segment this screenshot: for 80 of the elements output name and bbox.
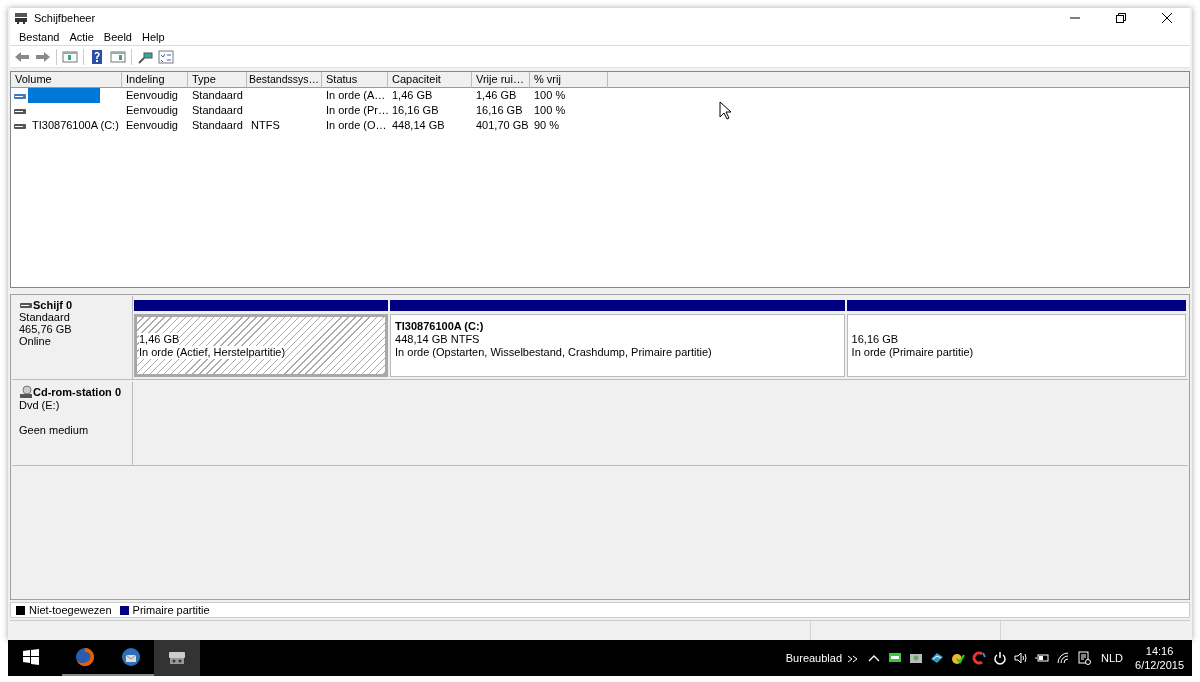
notification-icon[interactable] [1077, 651, 1092, 665]
partition-size: 448,14 GB NTFS [395, 333, 480, 346]
panel-icon[interactable] [62, 48, 78, 65]
partition-block[interactable]: 16,16 GB In orde (Primaire partitie) [846, 314, 1186, 377]
table-cell-text: TI30876100A (C:) [31, 118, 119, 133]
restore-icon [1116, 13, 1126, 23]
table-cell-text: Eenvoudig [125, 118, 179, 133]
disk-detail: Standaard [19, 311, 71, 323]
table-cell-text: Eenvoudig [125, 103, 179, 118]
mouse-cursor-icon [719, 101, 733, 121]
check-badge-icon[interactable] [951, 651, 966, 665]
optical-drive-icon [19, 385, 33, 399]
wifi-icon[interactable] [1056, 651, 1071, 665]
column-header[interactable]: Volume [11, 72, 122, 88]
camera-icon[interactable] [909, 651, 924, 665]
table-cell-text: Standaard [191, 88, 244, 103]
table-cell-text: 16,16 GB [391, 103, 440, 118]
table-cell-text: Standaard [191, 103, 244, 118]
column-header[interactable]: Indeling [122, 72, 188, 88]
partition-size: 16,16 GB [851, 333, 899, 346]
table-cell-text: 100 % [533, 103, 567, 118]
column-header[interactable]: Bestandssys… [247, 72, 322, 88]
menu-item[interactable]: Help [137, 30, 170, 43]
table-cell-text: 100 % [533, 88, 567, 103]
checklist-icon[interactable] [158, 48, 174, 65]
partition-block[interactable]: 1,46 GB In orde (Actief, Herstelpartitie) [134, 314, 389, 377]
taskbar-app-button[interactable] [154, 640, 200, 676]
app-icon [14, 11, 28, 25]
toolbar-label[interactable]: Bureaublad [781, 652, 847, 664]
power-icon[interactable] [993, 651, 1008, 665]
clock[interactable]: 14:16 6/12/2015 [1127, 644, 1192, 672]
mail-icon [121, 647, 141, 667]
panel-icon[interactable] [110, 48, 126, 65]
disk-name: Cd-rom-station 0 [33, 386, 121, 398]
cloud-drive-icon[interactable] [930, 651, 945, 665]
device-status-icon[interactable] [888, 651, 903, 665]
help-icon[interactable] [89, 48, 105, 65]
column-header[interactable]: Vrije rui… [472, 72, 530, 88]
partition-status: In orde (Primaire partitie) [851, 346, 974, 359]
clock-date: 6/12/2015 [1135, 658, 1184, 672]
table-cell-text: Standaard [191, 118, 244, 133]
partition-size: 1,46 GB [139, 333, 180, 346]
table-cell-text: 16,16 GB [475, 103, 524, 118]
speaker-icon[interactable] [1014, 651, 1029, 665]
legend-label: Niet-toegewezen [29, 604, 112, 616]
table-cell-text: 90 % [533, 118, 561, 133]
table-cell-text: 1,46 GB [391, 88, 434, 103]
battery-icon[interactable] [1035, 651, 1050, 665]
column-header[interactable]: Type [188, 72, 247, 88]
clock-time: 14:16 [1145, 644, 1174, 658]
partition-block[interactable]: TI30876100A (C:) 448,14 GB NTFS In orde (Opstarten, Wisselbestand, Crashdump, Primaire partitie) [390, 314, 845, 377]
partition-status: In orde (Actief, Herstelpartitie) [139, 346, 286, 359]
partition-label: TI30876100A (C:) [395, 320, 484, 333]
table-cell-text: 1,46 GB [475, 88, 518, 103]
table-cell-text: Eenvoudig [125, 88, 179, 103]
table-cell-text: In orde (Pr… [325, 103, 388, 118]
column-header[interactable]: % vrij [530, 72, 608, 88]
menu-item[interactable]: Beeld [98, 30, 137, 43]
table-cell-text: In orde (O… [325, 118, 388, 133]
menu-item[interactable]: Bestand [14, 30, 65, 43]
column-header[interactable]: Status [322, 72, 388, 88]
table-cell-text: 401,70 GB [475, 118, 530, 133]
table-cell-text: In orde (A… [325, 88, 387, 103]
disk-detail: 465,76 GB [19, 323, 73, 335]
column-header[interactable]: Capaciteit [388, 72, 472, 88]
browser-globe-icon [75, 647, 95, 667]
table-cell-text: NTFS [250, 118, 281, 133]
disk-detail: Online [19, 335, 52, 347]
legend-label: Primaire partitie [132, 604, 210, 616]
table-cell-text: 448,14 GB [391, 118, 446, 133]
disk-detail: Dvd (E:) [19, 399, 61, 411]
menu-item[interactable]: Actie [64, 30, 99, 43]
language-indicator[interactable]: NLD [1097, 652, 1128, 664]
close-icon [1162, 13, 1172, 23]
disk-media-status: Geen medium [19, 424, 90, 436]
windows-logo-icon [23, 649, 39, 665]
cleaner-icon[interactable] [972, 651, 987, 665]
window-title: Schijfbeheer [34, 12, 97, 24]
partition-status: In orde (Opstarten, Wisselbestand, Crashdump, Primaire partitie) [395, 346, 712, 359]
disk-name: Schijf 0 [33, 299, 73, 311]
